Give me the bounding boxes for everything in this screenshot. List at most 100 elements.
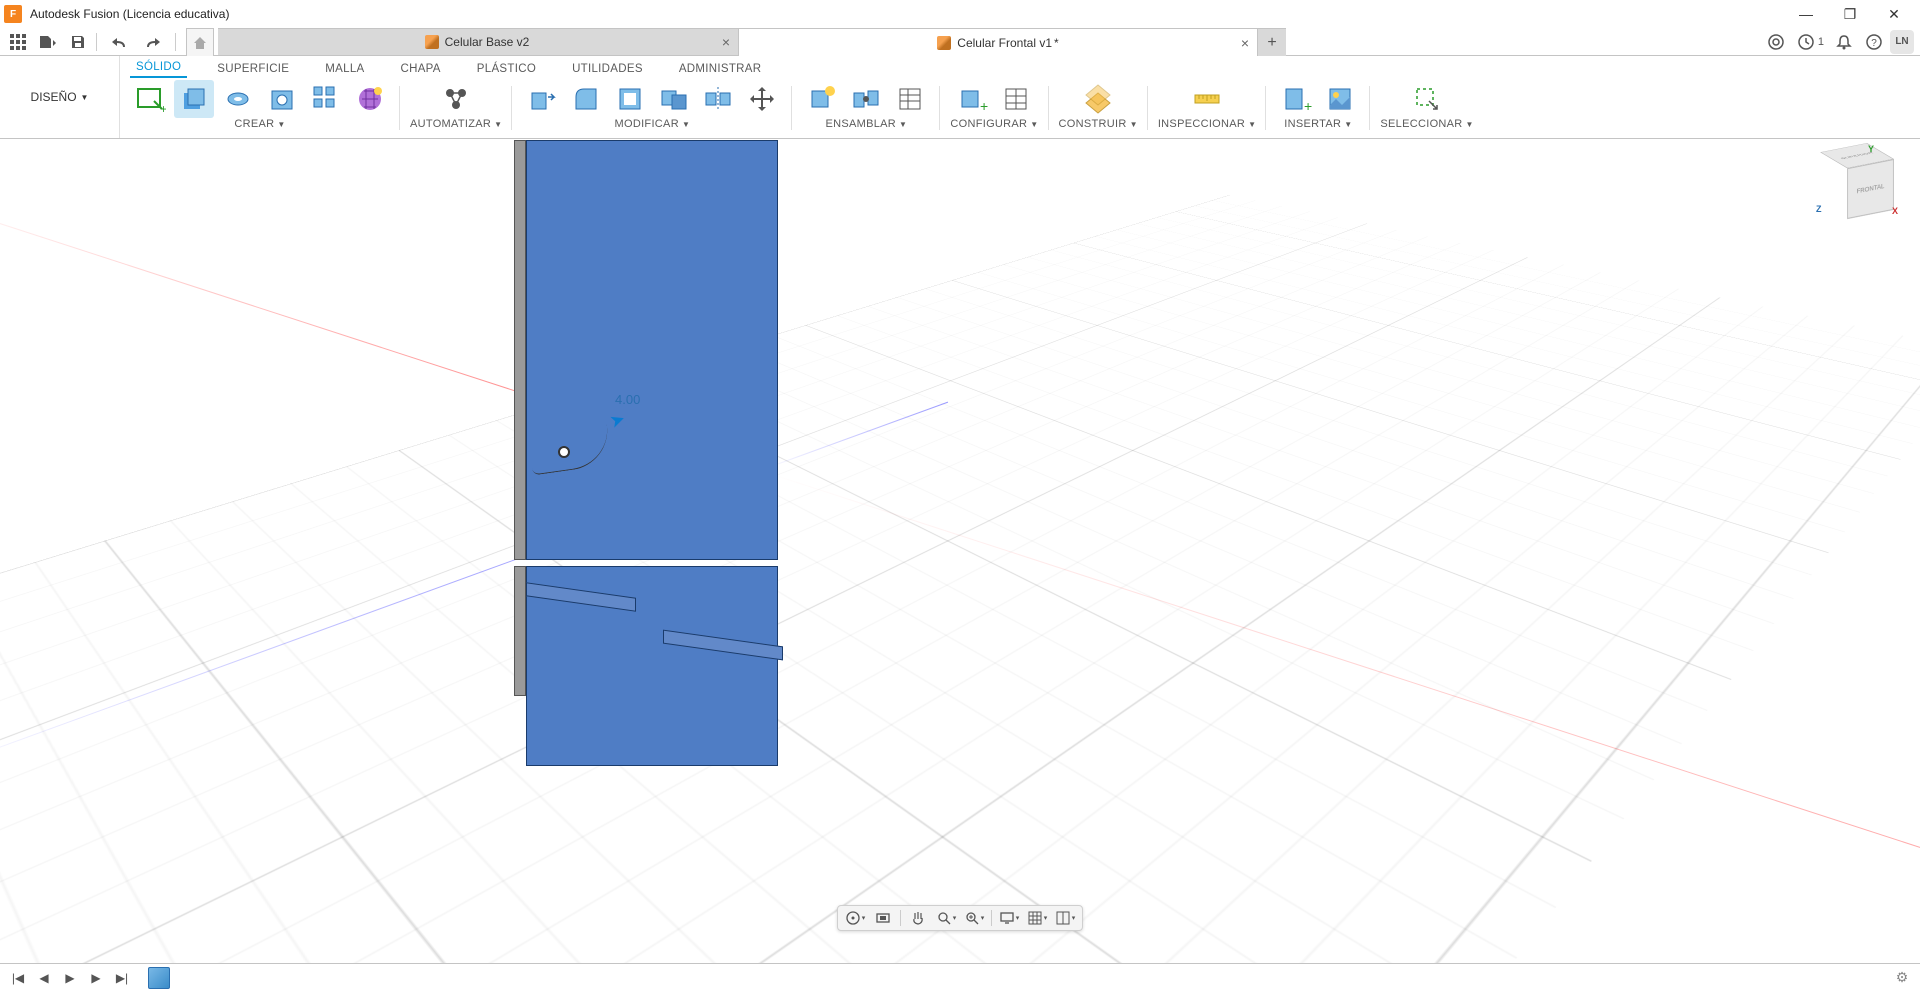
bom-button[interactable] xyxy=(890,80,930,118)
quick-access-toolbar xyxy=(0,28,186,55)
window-minimize-button[interactable]: — xyxy=(1784,0,1828,28)
ribbon-group-select: SELECCIONAR▼ xyxy=(1370,78,1483,138)
ribbon-group-configure: + CONFIGURAR▼ xyxy=(940,78,1048,138)
ribbon-tab-sheet-metal[interactable]: CHAPA xyxy=(395,60,447,78)
ribbon-group-label[interactable]: CONSTRUIR▼ xyxy=(1059,118,1138,130)
ribbon-group-modify: MODIFICAR▼ xyxy=(512,78,792,138)
zoom-button[interactable]: ▾ xyxy=(933,907,959,929)
align-button[interactable] xyxy=(698,80,738,118)
file-menu-button[interactable] xyxy=(32,30,64,54)
insert-decal-button[interactable] xyxy=(1320,80,1360,118)
save-button[interactable] xyxy=(66,30,90,54)
ribbon-group-label[interactable]: INSERTAR▼ xyxy=(1284,118,1352,130)
new-tab-button[interactable]: + xyxy=(1258,28,1286,56)
press-pull-button[interactable] xyxy=(522,80,562,118)
dirty-indicator: * xyxy=(1054,36,1059,50)
ribbon-group-automate: AUTOMATIZAR▼ xyxy=(400,78,512,138)
job-status-button[interactable] xyxy=(1792,28,1820,56)
viewcube-axis-y: Y xyxy=(1868,144,1874,154)
redo-button[interactable] xyxy=(137,30,169,54)
configure-button[interactable]: + xyxy=(952,80,992,118)
svg-text:?: ? xyxy=(1871,38,1877,49)
workspace-switcher[interactable]: DISEÑO ▼ xyxy=(0,56,120,138)
viewcube-face-front[interactable]: FRONTAL xyxy=(1847,159,1894,219)
joint-button[interactable] xyxy=(846,80,886,118)
pattern-button[interactable] xyxy=(306,80,346,118)
ribbon-group-label[interactable]: AUTOMATIZAR▼ xyxy=(410,118,502,130)
new-sketch-button[interactable]: + xyxy=(130,80,170,118)
data-panel-button[interactable] xyxy=(6,30,30,54)
viewcube-axis-x: X xyxy=(1892,206,1898,216)
move-button[interactable] xyxy=(742,80,782,118)
ribbon-group-label[interactable]: ENSAMBLAR▼ xyxy=(825,118,907,130)
notifications-button[interactable] xyxy=(1830,28,1858,56)
timeline-next-button[interactable]: ▶ xyxy=(86,968,106,988)
extrude-button[interactable] xyxy=(174,80,214,118)
look-at-button[interactable] xyxy=(870,907,896,929)
timeline-start-button[interactable]: |◀ xyxy=(8,968,28,988)
ribbon-tab-solid[interactable]: SÓLIDO xyxy=(130,58,187,78)
app-title: Autodesk Fusion (Licencia educativa) xyxy=(30,7,229,21)
dimension-label[interactable]: 4.00 xyxy=(615,392,640,407)
home-tab-button[interactable] xyxy=(186,28,214,56)
ribbon-group-label[interactable]: INSPECCIONAR▼ xyxy=(1158,118,1257,130)
new-component-button[interactable] xyxy=(802,80,842,118)
grid-settings-button[interactable]: ▾ xyxy=(1024,907,1050,929)
ribbon-group-label[interactable]: MODIFICAR▼ xyxy=(615,118,691,130)
ribbon-tab-utilities[interactable]: UTILIDADES xyxy=(566,60,649,78)
automate-button[interactable] xyxy=(436,80,476,118)
ribbon-group-label[interactable]: SELECCIONAR▼ xyxy=(1380,118,1473,130)
window-maximize-button[interactable]: ❐ xyxy=(1828,0,1872,28)
fit-button[interactable]: ▾ xyxy=(961,907,987,929)
tab-close-button[interactable]: × xyxy=(722,34,730,50)
viewcube-axis-z: Z xyxy=(1816,204,1822,214)
document-tab-inactive[interactable]: Celular Base v2 × xyxy=(218,28,738,55)
job-count-badge: 1 xyxy=(1818,36,1824,48)
orbit-button[interactable]: ▾ xyxy=(842,907,868,929)
tab-close-button[interactable]: × xyxy=(1241,35,1249,51)
insert-derive-button[interactable]: + xyxy=(1276,80,1316,118)
ribbon-group-create: + xyxy=(120,78,400,138)
app-icon: F xyxy=(4,5,22,23)
timeline-prev-button[interactable]: ◀ xyxy=(34,968,54,988)
ribbon-group-label[interactable]: CREAR▼ xyxy=(234,118,285,130)
document-tab-label: Celular Frontal v1 xyxy=(957,36,1052,50)
undo-button[interactable] xyxy=(103,30,135,54)
select-button[interactable] xyxy=(1407,80,1447,118)
combine-button[interactable] xyxy=(654,80,694,118)
svg-text:+: + xyxy=(1304,98,1312,114)
ribbon-tab-mesh[interactable]: MALLA xyxy=(319,60,370,78)
construct-plane-button[interactable] xyxy=(1078,80,1118,118)
ribbon-tab-plastic[interactable]: PLÁSTICO xyxy=(471,60,542,78)
hole-button[interactable] xyxy=(262,80,302,118)
timeline-end-button[interactable]: ▶| xyxy=(112,968,132,988)
help-button[interactable]: ? xyxy=(1860,28,1888,56)
timeline-play-button[interactable]: ▶ xyxy=(60,968,80,988)
config-table-button[interactable] xyxy=(996,80,1036,118)
shell-button[interactable] xyxy=(610,80,650,118)
ribbon-group-label[interactable]: CONFIGURAR▼ xyxy=(950,118,1038,130)
canvas[interactable]: 4.00 ➤ SUPERIOR DERECHA FRONTAL Y X Z ▾ … xyxy=(0,140,1920,963)
ribbon: DISEÑO ▼ SÓLIDO SUPERFICIE MALLA CHAPA P… xyxy=(0,56,1920,139)
document-tab-label: Celular Base v2 xyxy=(445,35,530,49)
viewport-layout-button[interactable]: ▾ xyxy=(1052,907,1078,929)
measure-button[interactable] xyxy=(1187,80,1227,118)
timeline-feature[interactable] xyxy=(148,967,170,989)
window-close-button[interactable]: ✕ xyxy=(1872,0,1916,28)
ribbon-tabs: SÓLIDO SUPERFICIE MALLA CHAPA PLÁSTICO U… xyxy=(120,56,1920,78)
viewcube[interactable]: SUPERIOR DERECHA FRONTAL Y X Z xyxy=(1816,146,1902,232)
ribbon-tab-surface[interactable]: SUPERFICIE xyxy=(211,60,295,78)
extensions-button[interactable] xyxy=(1762,28,1790,56)
cube-icon xyxy=(425,35,439,49)
timeline-settings-button[interactable]: ⚙ xyxy=(1892,968,1912,988)
display-settings-button[interactable]: ▾ xyxy=(996,907,1022,929)
ribbon-group-construct: CONSTRUIR▼ xyxy=(1049,78,1148,138)
revolve-button[interactable] xyxy=(218,80,258,118)
document-tab-active[interactable]: Celular Frontal v1 * × xyxy=(738,28,1258,56)
create-form-button[interactable] xyxy=(350,80,390,118)
ribbon-tab-manage[interactable]: ADMINISTRAR xyxy=(673,60,768,78)
pan-button[interactable] xyxy=(905,907,931,929)
user-avatar[interactable]: LN xyxy=(1890,30,1914,54)
fillet-button[interactable] xyxy=(566,80,606,118)
sketch-point[interactable] xyxy=(558,446,570,458)
